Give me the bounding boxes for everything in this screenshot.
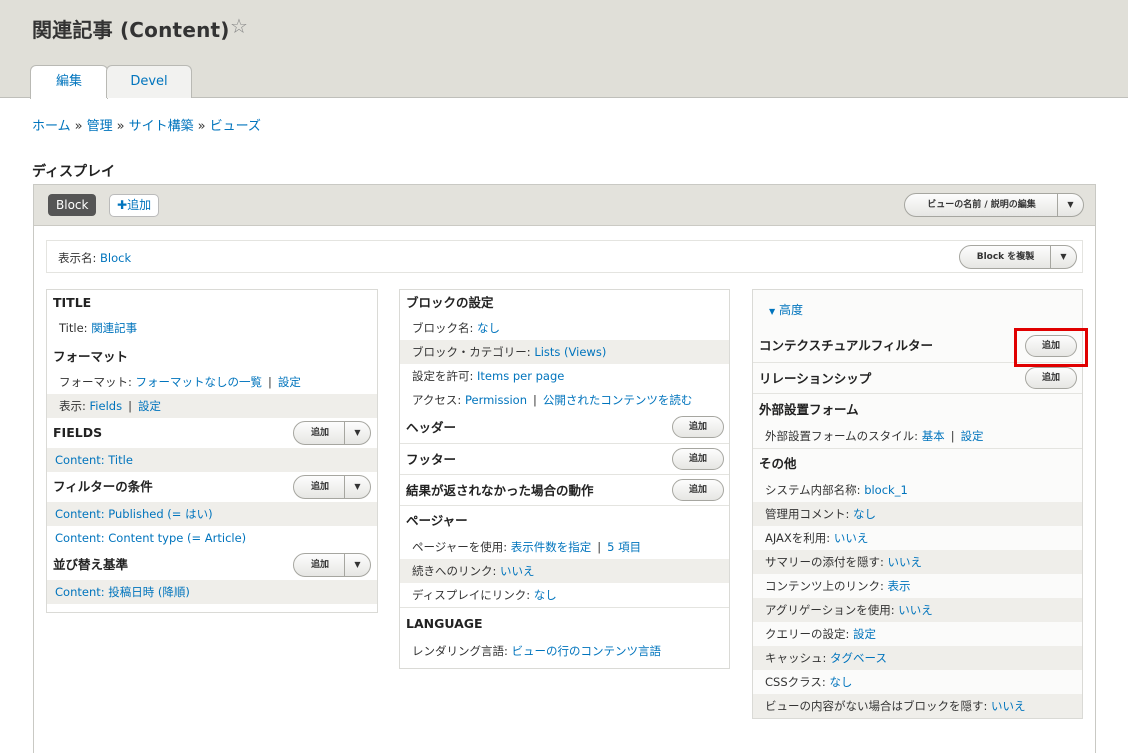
filter-item: Content: Published (= はい) xyxy=(47,502,377,526)
format-link[interactable]: フォーマットなしの一覧 xyxy=(136,375,263,389)
display-name-link[interactable]: Block xyxy=(100,251,131,265)
displays-heading: ディスプレイ xyxy=(32,164,116,180)
no-results-add-button[interactable]: 追加 xyxy=(672,479,724,501)
display-tab-block[interactable]: Block xyxy=(48,194,97,216)
filter-item: Content: Content type (= Article) xyxy=(55,531,247,545)
sort-item: Content: 投稿日時 (降順) xyxy=(47,580,377,604)
chevron-down-icon[interactable]: ▼ xyxy=(344,422,370,444)
other-row: システム内部名称: block_1 xyxy=(765,483,908,497)
sort-add-button[interactable]: 追加 ▼ xyxy=(293,553,371,577)
breadcrumb-home[interactable]: ホーム xyxy=(32,119,71,134)
title-link[interactable]: 関連記事 xyxy=(91,321,137,335)
column-basic: TITLE Title: 関連記事 フォーマット フォーマット: フォーマットな… xyxy=(46,289,378,613)
chevron-down-icon[interactable]: ▼ xyxy=(344,554,370,576)
field-item: Content: Title xyxy=(47,448,377,472)
breadcrumb: ホーム» 管理» サイト構築» ビューズ xyxy=(32,119,261,134)
other-row: アグリゲーションを使用: いいえ xyxy=(753,598,1082,622)
no-results-heading: 結果が返されなかった場合の動作 追加 xyxy=(400,474,729,505)
footer-add-button[interactable]: 追加 xyxy=(672,448,724,470)
more-link-row: 続きへのリンク: いいえ xyxy=(400,559,729,583)
other-heading: その他 xyxy=(753,448,1082,478)
other-row: 管理用コメント: なし xyxy=(753,502,1082,526)
title-row: Title: 関連記事 xyxy=(59,321,138,335)
header-add-button[interactable]: 追加 xyxy=(672,416,724,438)
display-name-bar: 表示名: Block Block を複製 ▼ xyxy=(46,240,1083,273)
tab-edit[interactable]: 編集 xyxy=(30,65,108,99)
show-settings-link[interactable]: 設定 xyxy=(138,399,161,413)
title-heading: TITLE xyxy=(53,295,92,310)
footer-heading: フッター 追加 xyxy=(400,443,729,474)
format-row: フォーマット: フォーマットなしの一覧 | 設定 xyxy=(59,375,301,389)
breadcrumb-structure[interactable]: サイト構築 xyxy=(129,119,194,134)
link-display-row: ディスプレイにリンク: なし xyxy=(412,588,557,602)
fields-add-button[interactable]: 追加 ▼ xyxy=(293,421,371,445)
filters-add-button[interactable]: 追加 ▼ xyxy=(293,475,371,499)
add-display-button[interactable]: ✚追加 xyxy=(109,194,160,217)
pager-heading: ページャー xyxy=(400,505,729,535)
breadcrumb-views[interactable]: ビューズ xyxy=(210,119,261,134)
block-name-row: ブロック名: なし xyxy=(412,321,501,335)
show-link[interactable]: Fields xyxy=(90,399,123,413)
other-row: AJAXを利用: いいえ xyxy=(765,531,869,545)
advanced-toggle[interactable]: ▼ 高度 xyxy=(753,290,1082,330)
block-settings-heading: ブロックの設定 xyxy=(406,295,494,310)
filters-heading: フィルターの条件 追加 ▼ xyxy=(47,472,377,502)
format-settings-link[interactable]: 設定 xyxy=(278,375,301,389)
star-icon[interactable]: ☆ xyxy=(230,14,248,38)
pager-row: ページャーを使用: 表示件数を指定 | 5 項目 xyxy=(412,540,642,554)
block-category-row: ブロック・カテゴリー: Lists (Views) xyxy=(400,340,729,364)
relationship-add-button[interactable]: 追加 xyxy=(1025,367,1077,389)
fields-heading: FIELDS 追加 ▼ xyxy=(47,418,377,448)
chevron-down-icon[interactable]: ▼ xyxy=(1057,194,1083,216)
display-panel: Block ✚追加 ビューの名前 / 説明の編集 ▼ 表示名: Block Bl… xyxy=(33,184,1096,753)
chevron-down-icon[interactable]: ▼ xyxy=(344,476,370,498)
tab-devel[interactable]: Devel xyxy=(106,65,192,98)
duplicate-display-button[interactable]: Block を複製 ▼ xyxy=(959,245,1077,269)
sort-heading: 並び替え基準 追加 ▼ xyxy=(47,550,377,580)
language-row: レンダリング言語: ビューの行のコンテンツ言語 xyxy=(412,644,662,658)
header-heading: ヘッダー 追加 xyxy=(400,412,729,443)
format-heading: フォーマット xyxy=(53,349,129,364)
triangle-down-icon: ▼ xyxy=(769,307,776,316)
other-row: CSSクラス: なし xyxy=(765,675,853,689)
show-row: 表示: Fields | 設定 xyxy=(47,394,377,418)
exposed-form-row: 外部設置フォームのスタイル: 基本 | 設定 xyxy=(765,429,984,443)
language-heading: LANGUAGE xyxy=(400,607,729,639)
edit-view-name-button[interactable]: ビューの名前 / 説明の編集 ▼ xyxy=(904,193,1084,217)
display-tabs-bar: Block ✚追加 ビューの名前 / 説明の編集 ▼ xyxy=(34,185,1095,226)
allow-settings-row: 設定を許可: Items per page xyxy=(412,369,565,383)
access-row: アクセス: Permission | 公開されたコンテンツを読む xyxy=(412,393,693,407)
highlight-annotation xyxy=(1014,328,1088,367)
column-block-settings: ブロックの設定 ブロック名: なし ブロック・カテゴリー: Lists (Vie… xyxy=(399,289,730,669)
other-row: クエリーの設定: 設定 xyxy=(765,627,877,641)
breadcrumb-admin[interactable]: 管理 xyxy=(87,119,113,134)
other-row: コンテンツ上のリンク: 表示 xyxy=(765,579,911,593)
page-title: 関連記事 (Content) xyxy=(32,18,230,42)
other-row: キャッシュ: タグベース xyxy=(753,646,1082,670)
chevron-down-icon[interactable]: ▼ xyxy=(1050,246,1076,268)
other-row: サマリーの添付を隠す: いいえ xyxy=(753,550,1082,574)
other-row: ビューの内容がない場合はブロックを隠す: いいえ xyxy=(753,694,1082,718)
exposed-form-heading: 外部設置フォーム xyxy=(753,393,1082,424)
plus-icon: ✚ xyxy=(117,198,128,212)
